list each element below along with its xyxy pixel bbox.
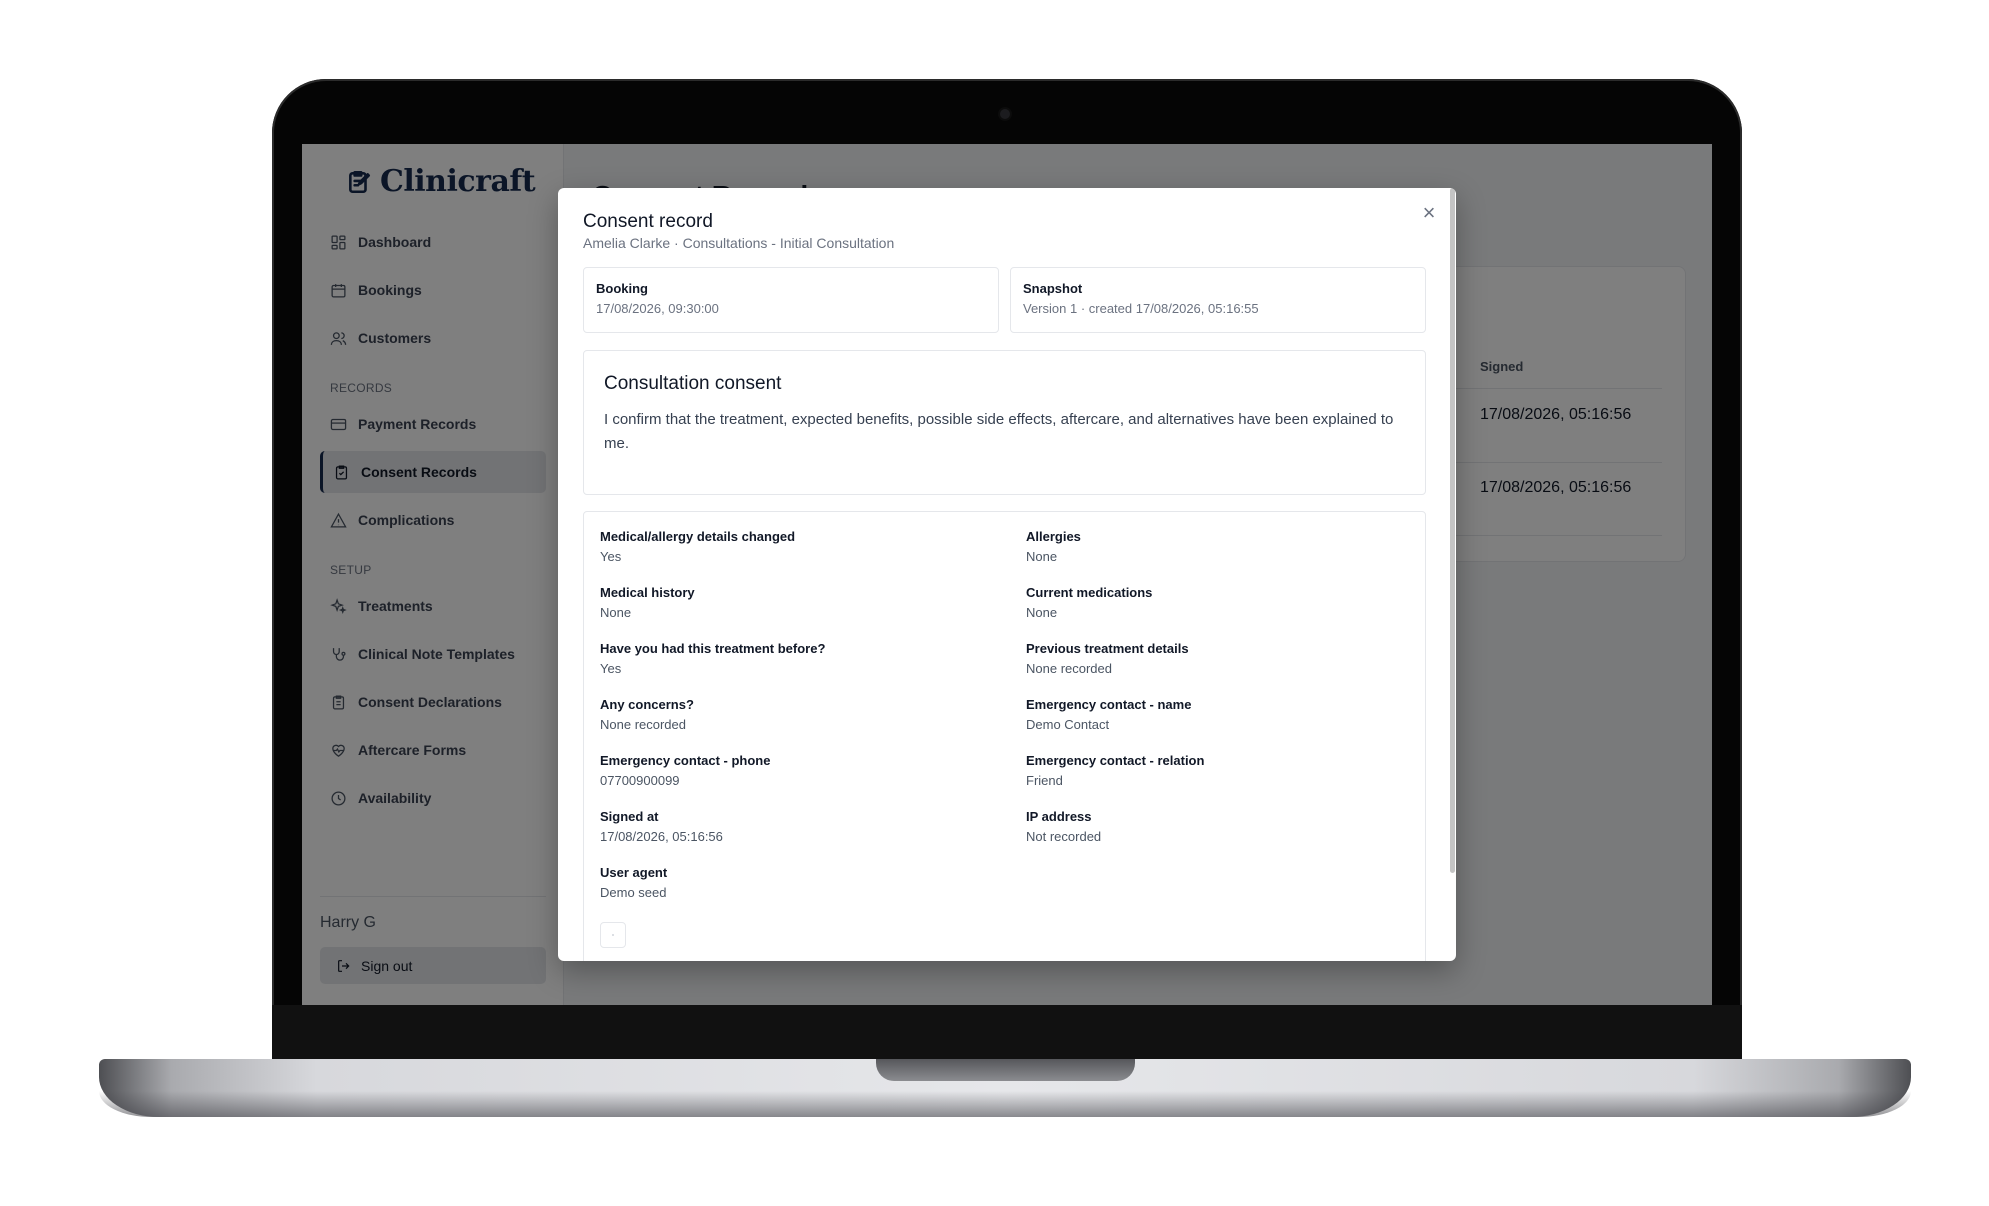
answer-item: Emergency contact - relation Friend: [1026, 753, 1204, 788]
answer-label: Emergency contact - name: [1026, 697, 1192, 712]
answer-value: Demo seed: [600, 885, 667, 900]
answer-item: Medical history None: [600, 585, 695, 620]
signature-thumbnail[interactable]: [600, 922, 626, 948]
answer-item: Current medications None: [1026, 585, 1152, 620]
close-button[interactable]: ×: [1418, 200, 1440, 225]
answer-value: None: [1026, 549, 1058, 564]
laptop-notch: [876, 1059, 1135, 1081]
answer-label: Emergency contact - relation: [1026, 753, 1205, 768]
answer-value: None: [1026, 605, 1058, 620]
answer-value: Demo Contact: [1026, 717, 1110, 732]
scrollbar-thumb[interactable]: [1450, 188, 1455, 873]
consent-answers-card: Medical/allergy details changed Yes Alle…: [583, 511, 1426, 961]
answer-item: Emergency contact - name Demo Contact: [1026, 697, 1191, 732]
answer-label: Medical history: [600, 585, 695, 600]
answer-item: Allergies None: [1026, 529, 1081, 564]
answer-item: User agent Demo seed: [600, 865, 667, 900]
answer-label: Previous treatment details: [1026, 641, 1189, 656]
app-screen: Clinicraft Dashboard Bookings Customers …: [302, 144, 1712, 1005]
answer-item: IP address Not recorded: [1026, 809, 1101, 844]
answer-label: Emergency contact - phone: [600, 753, 771, 768]
answer-label: Allergies: [1026, 529, 1081, 544]
answer-label: Have you had this treatment before?: [600, 641, 826, 656]
snapshot-label: Snapshot: [1023, 281, 1083, 296]
answer-item: Emergency contact - phone 07700900099: [600, 753, 770, 788]
booking-value: 17/08/2026, 09:30:00: [596, 301, 719, 316]
answer-value: None recorded: [1026, 661, 1112, 676]
answer-item: Have you had this treatment before? Yes: [600, 641, 825, 676]
answer-label: Current medications: [1026, 585, 1153, 600]
answer-label: Signed at: [600, 809, 659, 824]
booking-info-card: Booking 17/08/2026, 09:30:00: [583, 267, 999, 333]
consent-record-dialog: × Consent record Amelia Clarke · Consult…: [558, 188, 1456, 961]
answer-label: Medical/allergy details changed: [600, 529, 796, 544]
answer-item: Medical/allergy details changed Yes: [600, 529, 795, 564]
dialog-scrollbar[interactable]: [1446, 188, 1456, 961]
answer-value: Yes: [600, 661, 622, 676]
answer-value: None recorded: [600, 717, 686, 732]
snapshot-info-card: Snapshot Version 1 · created 17/08/2026,…: [1010, 267, 1426, 333]
booking-label: Booking: [596, 281, 648, 296]
laptop-chin: [272, 1005, 1742, 1060]
answer-label: Any concerns?: [600, 697, 694, 712]
answer-value: Yes: [600, 549, 622, 564]
consent-title: Consultation consent: [604, 373, 782, 394]
answer-value: None: [600, 605, 632, 620]
answer-value: Friend: [1026, 773, 1063, 788]
answer-value: Not recorded: [1026, 829, 1102, 844]
consent-text: I confirm that the treatment, expected b…: [604, 411, 1394, 452]
snapshot-value: Version 1 · created 17/08/2026, 05:16:55: [1023, 301, 1259, 316]
answer-value: 17/08/2026, 05:16:56: [600, 829, 723, 844]
answer-item: Signed at 17/08/2026, 05:16:56: [600, 809, 723, 844]
answer-label: User agent: [600, 865, 668, 880]
answer-value: 07700900099: [600, 773, 680, 788]
answer-item: Any concerns? None recorded: [600, 697, 694, 732]
dialog-title: Consent record: [583, 211, 713, 232]
answer-label: IP address: [1026, 809, 1092, 824]
dialog-subtitle: Amelia Clarke · Consultations - Initial …: [583, 235, 895, 251]
answer-item: Previous treatment details None recorded: [1026, 641, 1189, 676]
consent-statement-card: Consultation consent I confirm that the …: [583, 350, 1426, 495]
camera-dot: [1000, 109, 1010, 119]
